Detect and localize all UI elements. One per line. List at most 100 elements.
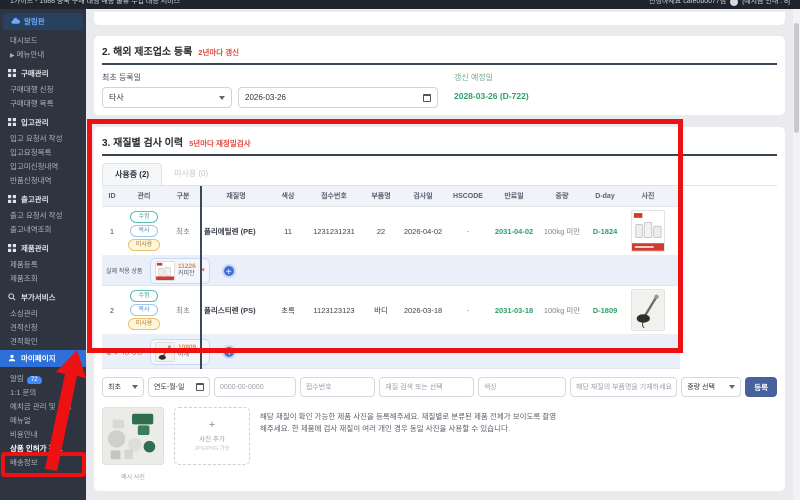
scrollbar-track[interactable] [793, 9, 800, 500]
cell-id: 2 [102, 306, 122, 315]
col-header-part: 부품명 [364, 186, 398, 206]
sidebar-item-return-request-history[interactable]: 반품신청내역 [0, 172, 86, 186]
tab-in-use[interactable]: 사용중 (2) [102, 163, 162, 185]
calendar-icon [196, 383, 204, 391]
grid-icon [8, 195, 17, 204]
play-icon: ▶ [10, 53, 15, 59]
applied-products-label: 실제 적용 상품 [106, 347, 150, 356]
form-color-input[interactable]: 색상 [478, 377, 566, 397]
table-header-row: ID 관리 구분 재질명 색상 접수번호 부품명 검사일 HSCODE 만료일 … [102, 186, 680, 207]
search-icon [8, 293, 17, 302]
sidebar-item-inbound-request-list[interactable]: 입고요청목록 [0, 144, 86, 158]
cell-weight: 100kg 미만 [540, 305, 584, 316]
cell-color: 11 [272, 227, 304, 236]
col-header-id: ID [102, 188, 122, 205]
divider [102, 63, 777, 65]
chip-product-code: 10809 [178, 344, 196, 352]
main-content: 2. 해외 제조업소 등록 2년마다 갱신 최초 등록일 타사 2026-03-… [86, 9, 793, 500]
sidebar-item-menu-guide[interactable]: ▶메뉴안내 [0, 46, 86, 60]
add-photo-button[interactable]: + 사진 추가 JPG/PNG 가능 [174, 407, 250, 465]
form-weight-select[interactable]: 중량 선택 [681, 377, 741, 397]
form-number-input[interactable]: 0000-00-0000 [214, 377, 296, 397]
sidebar-item-outbound-request-write[interactable]: 출고 요청서 작성 [0, 207, 86, 221]
cell-test-date: 2026-03-18 [398, 306, 448, 315]
sidebar-item-product-license-info[interactable]: 상품 인허가 정보 [0, 440, 86, 454]
sidebar-item-shipping-info[interactable]: 배송정보 [0, 454, 86, 468]
form-material-search-input[interactable]: 재질 검색 또는 선택 [379, 377, 474, 397]
edit-button[interactable]: 수정 [130, 211, 157, 223]
topbar: 1가이드 - 1688 중국 구매 대행 배송 물류 수입 대응 서비스 신청하… [0, 0, 800, 9]
cell-expiry: 2031-03-18 [488, 306, 540, 315]
sidebar-item-product-register[interactable]: 제품등록 [0, 256, 86, 270]
cell-receipt-no: 1123123123 [304, 306, 364, 315]
user-avatar[interactable] [730, 0, 738, 6]
scrollbar-thumb[interactable] [794, 23, 799, 133]
form-part-input[interactable]: 해당 재질의 부품명을 기재하세요 [570, 377, 677, 397]
chevron-down-icon [729, 385, 735, 389]
table-row: 2 수정 복사 미사용 최초 폴리스티렌 (PS) 초록 1123123123 … [102, 286, 680, 335]
cell-weight: 100kg 미만 [540, 226, 584, 237]
copy-button[interactable]: 복사 [130, 225, 157, 237]
col-header-receipt-no: 접수번호 [304, 186, 364, 206]
section3-title: 3. 재질별 검사 이력 [102, 134, 183, 149]
topbar-user-link[interactable]: 신청하세요 cafe0b0077점 [649, 0, 726, 8]
col-header-photo: 사진 [626, 186, 670, 206]
sidebar-item-deposit-payment[interactable]: 예치금 관리 및 결제 [0, 398, 86, 412]
grid-icon [8, 69, 17, 78]
first-registration-date-input[interactable]: 2026-03-26 [238, 87, 438, 108]
cell-dday: D-1824 [584, 227, 626, 236]
cell-test-date: 2026-04-02 [398, 227, 448, 236]
sidebar-item-purchase-request[interactable]: 구매대행 신청 [0, 81, 86, 95]
col-header-color: 색상 [272, 186, 304, 206]
cell-part: 22 [364, 227, 398, 236]
add-inspection-form: 최초 연도-월-일 0000-00-0000 접수번호 재질 검색 또는 선택 … [102, 377, 777, 397]
register-button[interactable]: 등록 [745, 377, 777, 397]
sidebar-item-notice-board[interactable]: 알림판 [3, 13, 83, 30]
sidebar-item-inbound-unrequested[interactable]: 입고미신청내역 [0, 158, 86, 172]
chevron-down-icon [219, 96, 225, 100]
sidebar-section-inbound: 입고관리 [0, 114, 86, 130]
sidebar-item-sourcing[interactable]: 소싱관리 [0, 305, 86, 319]
edit-button[interactable]: 수정 [130, 290, 157, 302]
sidebar-item-quote-request[interactable]: 견적신청 [0, 319, 86, 333]
set-unused-button[interactable]: 미사용 [128, 239, 161, 251]
tab-unused[interactable]: 미사용 (0) [162, 163, 220, 185]
cell-material: 폴리에틸렌 (PE) [200, 226, 272, 237]
sidebar-item-alerts[interactable]: 알림72 [0, 370, 86, 384]
topbar-deposit-note[interactable]: [예치금 안내 : 8] [742, 0, 790, 8]
copy-button[interactable]: 복사 [130, 304, 157, 316]
add-applied-product-button[interactable]: + [222, 345, 236, 359]
cell-id: 1 [102, 227, 122, 236]
usage-tabs: 사용중 (2) 미사용 (0) [102, 163, 777, 186]
cell-receipt-no: 1231231231 [304, 227, 364, 236]
cell-hscode: - [448, 227, 488, 236]
sidebar-item-cost-guide[interactable]: 비용안내 [0, 426, 86, 440]
sidebar-item-inbound-request-write[interactable]: 입고 요청서 작성 [0, 130, 86, 144]
sidebar-item-outbound-history[interactable]: 출고내역조회 [0, 221, 86, 235]
cell-material: 폴리스티렌 (PS) [200, 305, 272, 316]
col-header-type: 구분 [166, 186, 200, 206]
add-applied-product-button[interactable]: + [222, 264, 236, 278]
material-column-divider [200, 186, 202, 369]
form-type-select[interactable]: 최초 [102, 377, 144, 397]
section2-renewal-note: 2년마다 갱신 [198, 47, 239, 58]
product-photo-cups[interactable] [631, 210, 665, 252]
set-unused-button[interactable]: 미사용 [128, 318, 161, 330]
form-receipt-input[interactable]: 접수번호 [300, 377, 375, 397]
sidebar-item-product-search[interactable]: 제품조회 [0, 270, 86, 284]
chevron-down-icon [132, 385, 138, 389]
sidebar-item-dashboard[interactable]: 대시보드 [0, 32, 86, 46]
sidebar-item-purchase-list[interactable]: 구매대행 목록 [0, 95, 86, 109]
topbar-title: 1가이드 - 1688 중국 구매 대행 배송 물류 수입 대응 서비스 [10, 0, 180, 8]
product-photo-stopper[interactable] [631, 289, 665, 331]
person-icon [8, 354, 17, 363]
sidebar-item-manual[interactable]: 메뉴얼 [0, 412, 86, 426]
sidebar-section-product: 제품관리 [0, 240, 86, 256]
cell-expiry: 2031-04-02 [488, 227, 540, 236]
section-material-inspection-history: 3. 재질별 검사 이력 5년마다 재정밀검사 사용중 (2) 미사용 (0) … [94, 127, 785, 491]
sidebar-item-mypage[interactable]: 마이페이지 [0, 350, 86, 367]
sidebar-item-one-to-one-inquiry[interactable]: 1:1 문의 [0, 384, 86, 398]
registration-type-select[interactable]: 타사 [102, 87, 232, 108]
form-date-input[interactable]: 연도-월-일 [148, 377, 210, 397]
sidebar-item-quote-confirm[interactable]: 견적확인 [0, 333, 86, 347]
